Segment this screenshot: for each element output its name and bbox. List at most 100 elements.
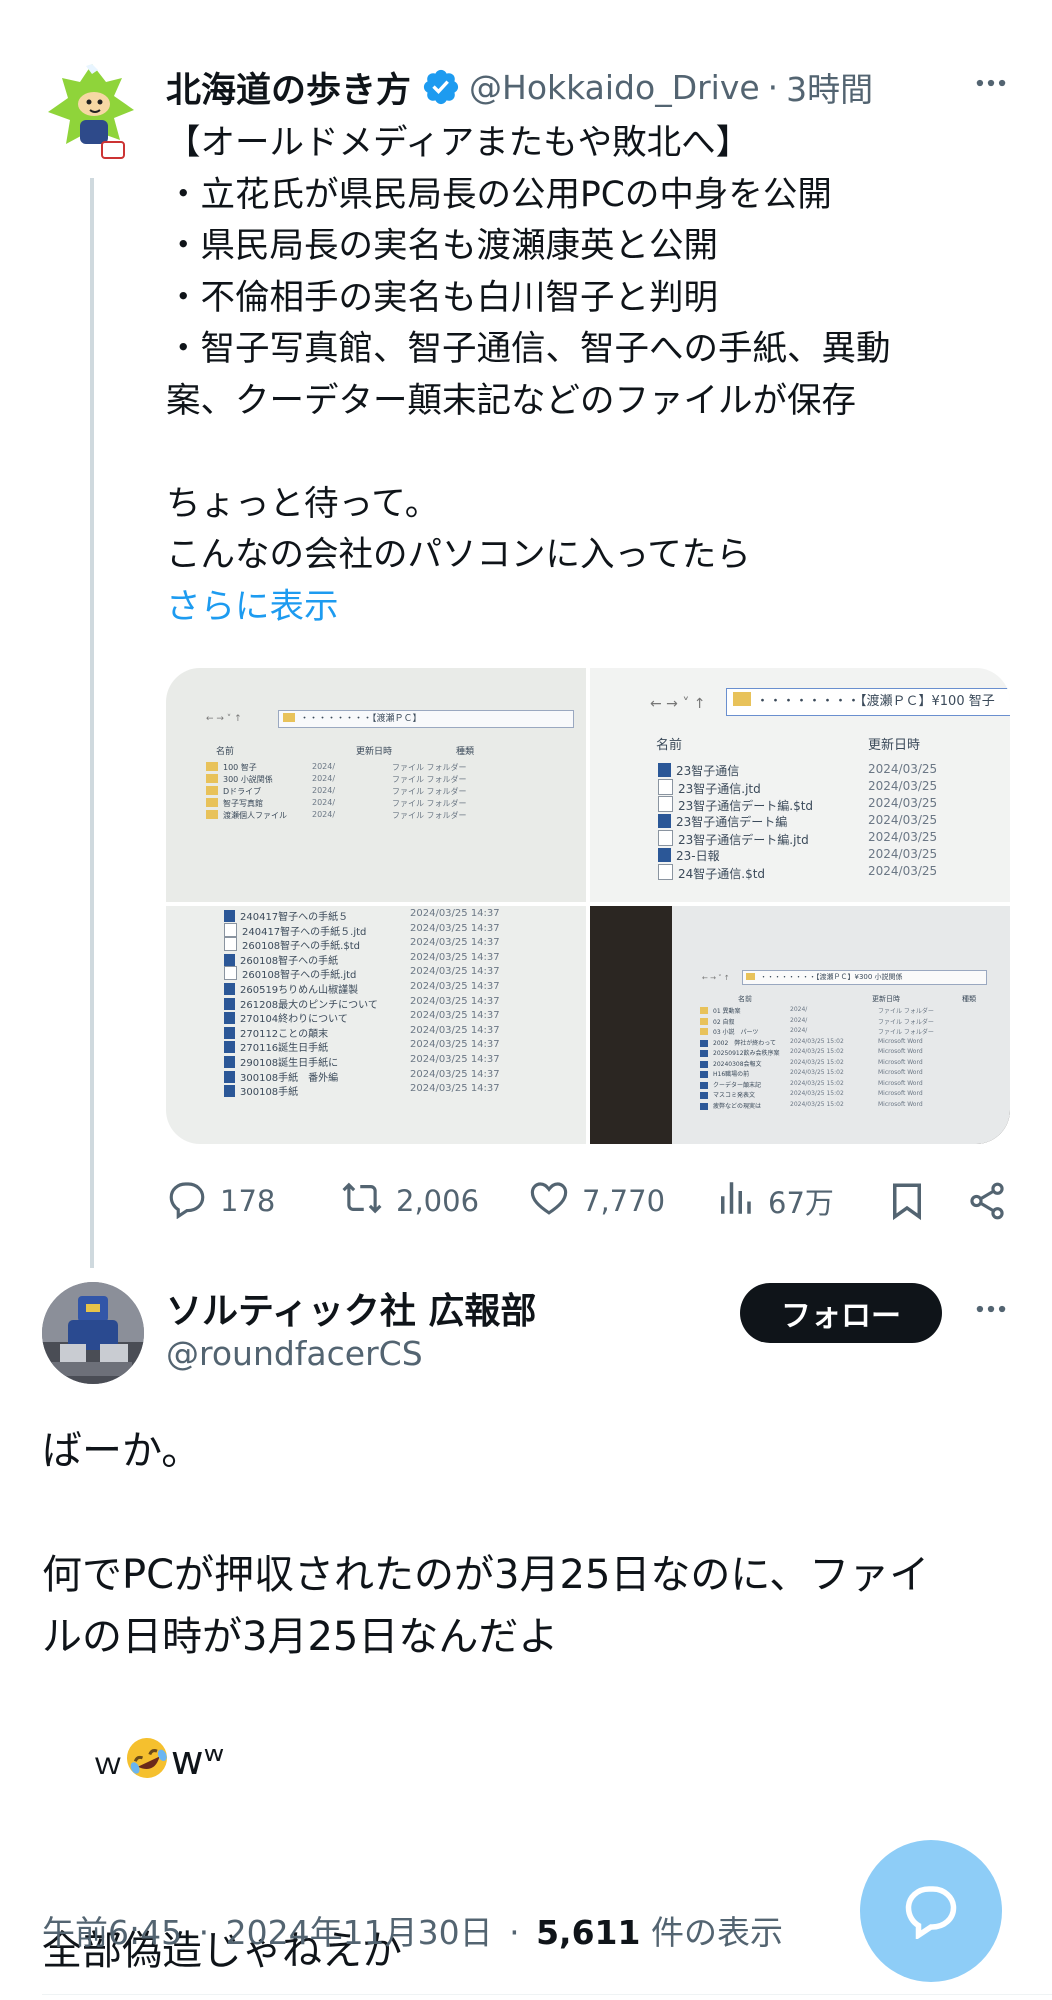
file-icon [224, 966, 237, 981]
like-button[interactable]: 7,770 [528, 1176, 665, 1226]
rofl-emoji-icon [123, 1734, 171, 1782]
tweet-line: ばーか。 [42, 1428, 202, 1474]
tweet-line: ・智子写真館、智子通信、智子への手紙、異動 [166, 329, 891, 369]
timestamp[interactable]: 3時間 [786, 63, 873, 111]
file-type: ファイル フォルダー [878, 1018, 934, 1026]
display-name[interactable]: ソルティック社 広報部 [166, 1282, 536, 1334]
views-button[interactable]: 67万 [714, 1176, 834, 1226]
file-name: 240417智子への手紙５ [224, 908, 348, 923]
file-name: 24智子通信.$td [658, 864, 765, 882]
file-date: 2024/03/25 15:02 [790, 1037, 844, 1045]
file-name: 100 智子 [206, 762, 257, 773]
file-name: 20250912飲み会秩序案 [700, 1048, 780, 1057]
file-date: 2024/03/25 [868, 813, 938, 827]
file-name: 23智子通信デート編.jtd [658, 830, 809, 848]
word-doc-icon [224, 997, 235, 1010]
more-icon[interactable] [972, 1290, 1010, 1332]
laugh-prefix: ｗ [92, 1747, 123, 1782]
file-name: 260108智子への手紙.$td [224, 937, 360, 952]
file-name: 疲弊などの現実は [700, 1101, 761, 1110]
folder-icon [700, 1017, 708, 1025]
tweet-line: ・立花氏が県民局長の公用PCの中身を公開 [166, 174, 832, 215]
display-name[interactable]: 北海道の歩き方 [166, 62, 411, 113]
word-doc-icon [224, 1070, 235, 1083]
photo-explorer-novels[interactable]: ← → ˅ ↑ ・・・・・・・・【渡瀬ＰＣ】¥300 小説関係 名前 更新日時 … [590, 906, 1010, 1144]
explorer-path: ・・・・・・・・【渡瀬ＰＣ】 [300, 714, 422, 724]
file-date: 2024/03/25 14:37 [410, 1024, 500, 1036]
file-name: 270116誕生日手紙 [224, 1039, 328, 1054]
divider [42, 1994, 1052, 1995]
word-doc-icon [224, 953, 235, 966]
file-name: 23-日報 [658, 847, 720, 864]
file-date: 2024/03/25 14:37 [410, 1054, 500, 1065]
retweet-button[interactable]: 2,006 [340, 1176, 479, 1226]
post-date[interactable]: 2024年11月30日 [226, 1913, 493, 1952]
file-type: ファイル フォルダー [878, 1008, 934, 1015]
file-name: マスコミ発表文 [700, 1090, 755, 1099]
word-doc-icon [700, 1060, 708, 1068]
file-name: 270104終わりについて [224, 1010, 348, 1025]
laugh-suffix: wʷ [170, 1738, 225, 1784]
show-more-link[interactable]: さらに表示 [166, 582, 1006, 634]
file-name: 300 小説関係 [206, 774, 273, 785]
folder-icon [700, 1007, 708, 1014]
file-date: 2024/03/25 14:37 [410, 937, 500, 949]
word-doc-icon [700, 1102, 708, 1110]
photo-file-list[interactable]: 240417智子への手紙５ 2024/03/25 14:37 240417智子への手… [166, 906, 586, 1144]
bookmark-icon[interactable] [886, 1176, 940, 1226]
file-name: 智子写真館 [206, 798, 263, 809]
retweet-icon [340, 1177, 396, 1226]
tweet-line: 案、クーデター顛末記などのファイルが保存 [166, 380, 856, 421]
file-date: 2024/03/25 14:37 [410, 951, 500, 963]
file-date: 2024/03/25 [868, 779, 938, 793]
word-doc-icon [224, 1041, 235, 1054]
file-name: クーデター顛末記 [700, 1080, 761, 1089]
file-icon [658, 779, 673, 795]
file-type: Microsoft Word [878, 1090, 923, 1097]
file-name: 23智子通信デート編 [658, 813, 787, 830]
handle[interactable]: @Hokkaido_Drive [469, 68, 760, 107]
explorer-path: ・・・・・・・・【渡瀬ＰＣ】¥300 小説関係 [760, 973, 903, 981]
file-name: 01 異動案 [700, 1006, 741, 1015]
file-type: ファイル フォルダー [392, 787, 467, 796]
messages-fab-button[interactable] [860, 1840, 1002, 1982]
avatar-hokkaido[interactable] [42, 60, 142, 166]
like-icon [528, 1177, 582, 1226]
file-date: 2024/03/25 15:02 [790, 1079, 844, 1087]
file-type: ファイル フォルダー [392, 775, 467, 784]
avatar-roundfacer[interactable] [42, 1282, 144, 1384]
file-date: 2024/03/25 14:37 [410, 1083, 500, 1095]
follow-button[interactable]: フォロー [740, 1283, 942, 1343]
word-doc-icon [224, 910, 235, 922]
photo-explorer-folder[interactable]: ← → ˅ ↑ ・・・・・・・・【渡瀬ＰＣ】¥100 智子 名前 更新日時 23… [590, 668, 1010, 902]
photo-explorer-root[interactable]: ← → ˅ ↑ ・・・・・・・・【渡瀬ＰＣ】 名前 更新日時 種類 100 智子… [166, 668, 586, 902]
file-type: Microsoft Word [878, 1100, 923, 1108]
tweet1-header: 北海道の歩き方 @Hokkaido_Drive · 3時間 [166, 62, 873, 112]
reply-count: 178 [220, 1184, 276, 1218]
explorer-path: ・・・・・・・・【渡瀬ＰＣ】¥100 智子 [756, 694, 995, 709]
tweet-line: ・不倫相手の実名も白川智子と判明 [166, 277, 718, 318]
tweet-line: 何でPCが押収されたのが3月25日なのに、ファイ [42, 1552, 930, 1598]
post-time[interactable]: 午前6:45 [42, 1913, 182, 1952]
reply-button[interactable]: 178 [166, 1176, 275, 1226]
file-name: 300108手紙 [224, 1083, 298, 1098]
separator-dot: · [509, 1913, 520, 1952]
file-date: 2024/03/25 15:02 [790, 1058, 844, 1066]
file-date: 2024/ [312, 810, 336, 819]
file-name: 23智子通信 [658, 762, 739, 779]
folder-icon [206, 798, 218, 807]
file-type: ファイル フォルダー [392, 799, 467, 808]
file-date: 2024/ [312, 774, 336, 783]
more-icon[interactable] [972, 64, 1010, 111]
media-grid[interactable]: ← → ˅ ↑ ・・・・・・・・【渡瀬ＰＣ】 名前 更新日時 種類 100 智子… [166, 668, 1010, 1144]
handle[interactable]: @roundfacerCS [166, 1334, 423, 1373]
file-type: Microsoft Word [878, 1079, 923, 1087]
share-icon[interactable] [966, 1176, 1020, 1226]
file-type: Microsoft Word [878, 1069, 923, 1076]
word-doc-icon [658, 814, 671, 828]
retweet-count: 2,006 [396, 1184, 480, 1218]
file-type: Microsoft Word [878, 1058, 923, 1066]
word-doc-icon [224, 1085, 235, 1098]
separator-dot: · [198, 1913, 210, 1952]
file-type: Microsoft Word [878, 1048, 923, 1055]
